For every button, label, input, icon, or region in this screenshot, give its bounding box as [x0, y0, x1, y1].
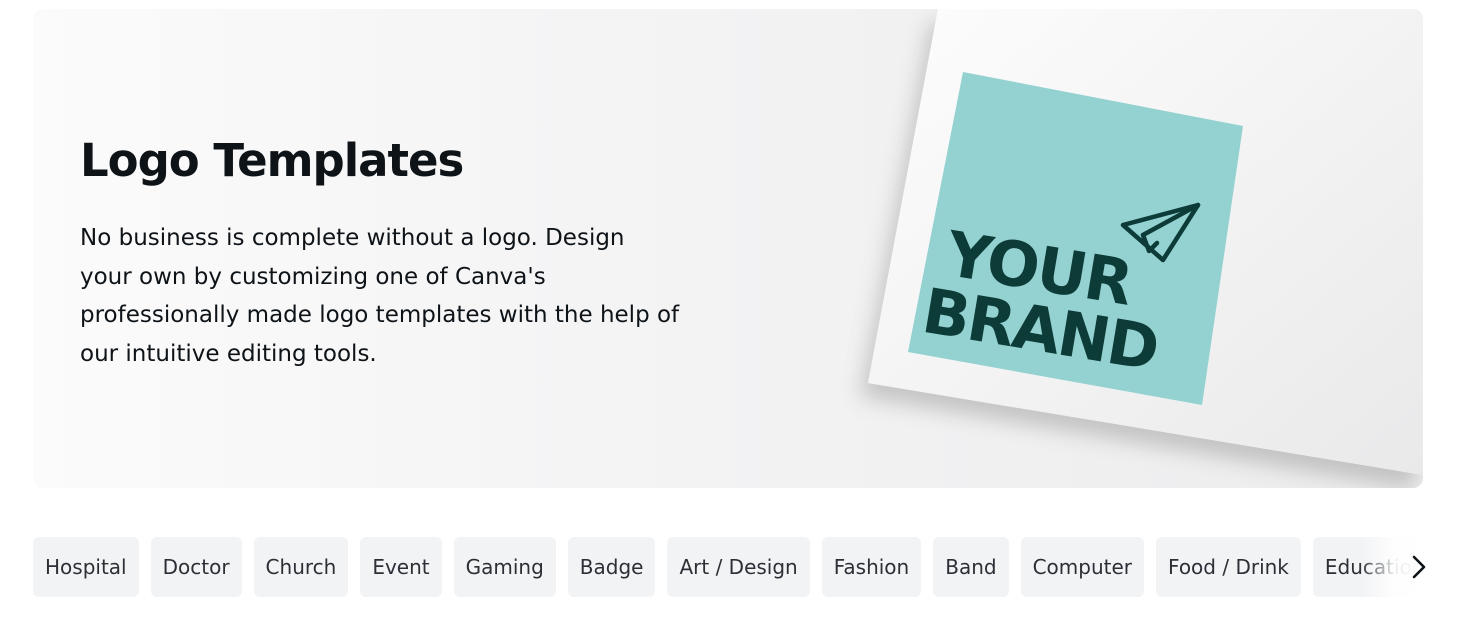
category-chip-badge[interactable]: Badge	[567, 537, 656, 597]
category-chip-band[interactable]: Band	[933, 537, 1009, 597]
category-chip-doctor[interactable]: Doctor	[150, 537, 242, 597]
scroll-right-button[interactable]	[1405, 552, 1433, 582]
category-chip-event[interactable]: Event	[360, 537, 442, 597]
hero-image: YOUR BRAND	[868, 9, 1423, 475]
chevron-right-icon	[1412, 555, 1426, 579]
category-chip-art-design[interactable]: Art / Design	[667, 537, 810, 597]
category-chip-fashion[interactable]: Fashion	[821, 537, 922, 597]
category-chip-gaming[interactable]: Gaming	[453, 537, 556, 597]
page-title: Logo Templates	[80, 134, 464, 187]
category-chip-computer[interactable]: Computer	[1020, 537, 1145, 597]
category-chip-church[interactable]: Church	[253, 537, 349, 597]
category-chips: Hospital Doctor Church Event Gaming Badge Art …	[33, 537, 1423, 597]
hero-banner: Logo Templates No business is complete w…	[33, 9, 1423, 488]
category-chip-hospital[interactable]: Hospital	[33, 537, 139, 597]
hero-description: No business is complete without a logo. …	[80, 225, 680, 367]
category-chip-food-drink[interactable]: Food / Drink	[1156, 537, 1301, 597]
